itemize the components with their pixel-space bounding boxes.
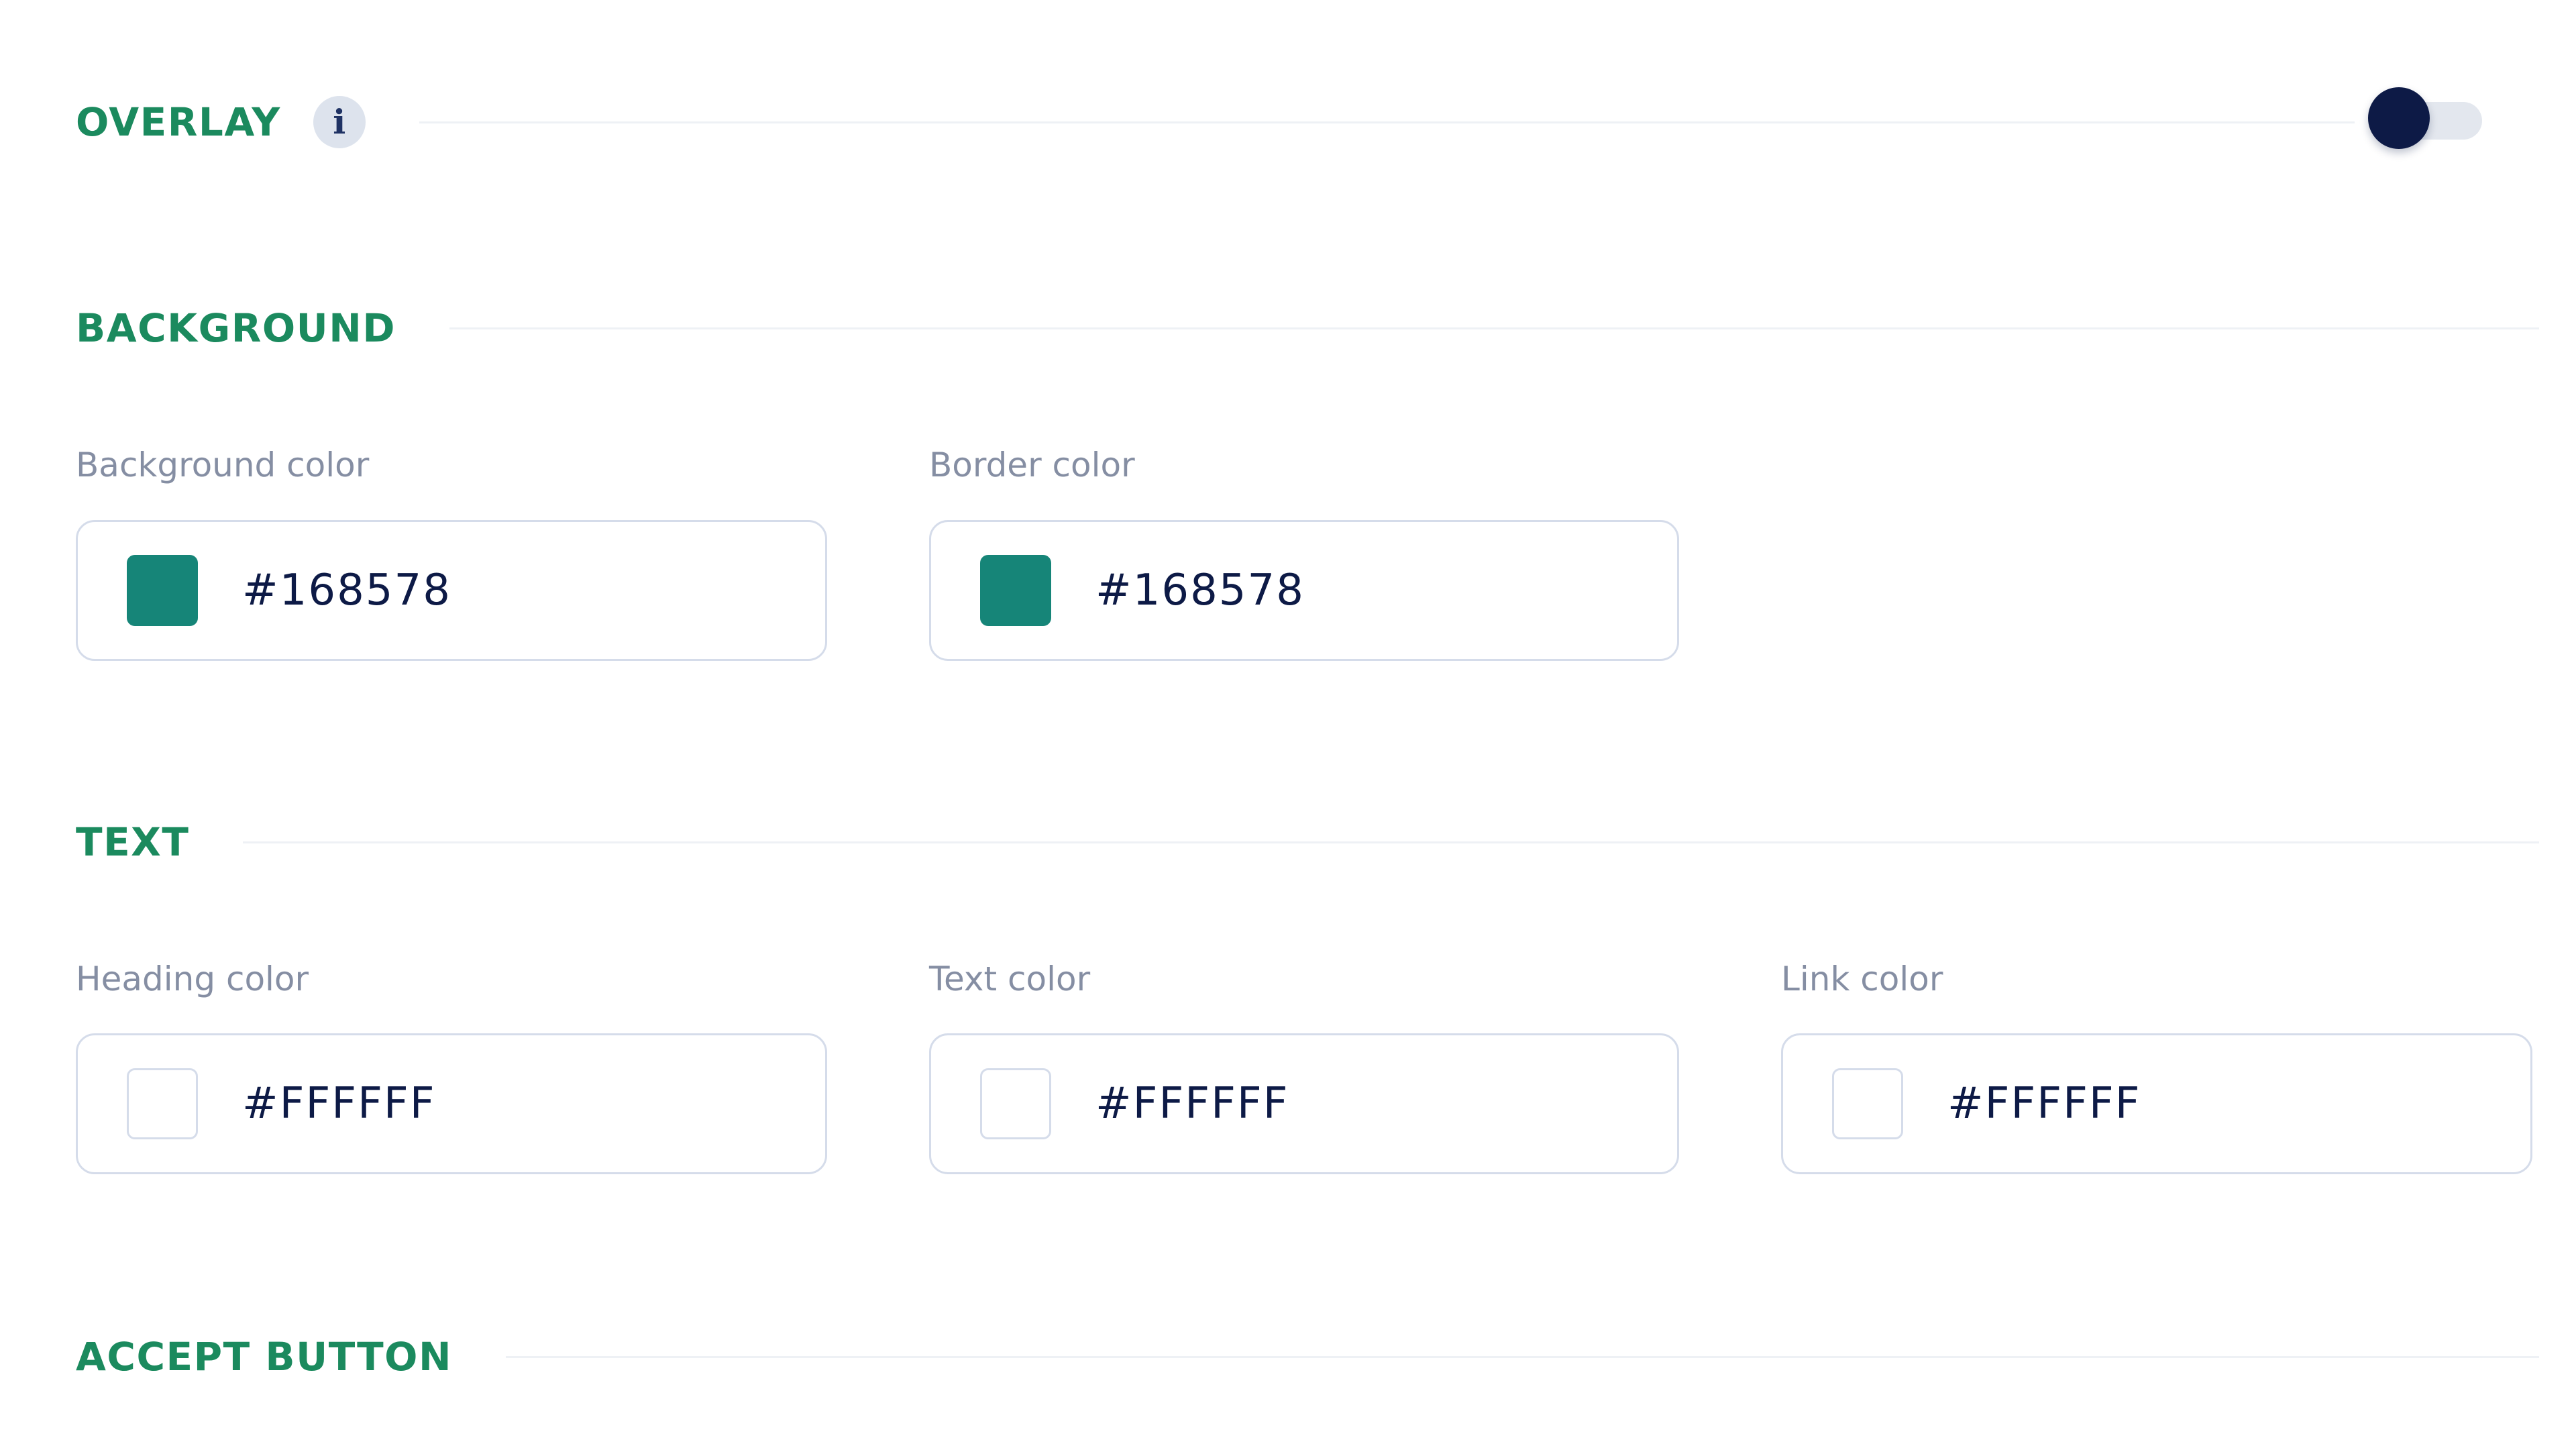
heading-color-value[interactable]: #FFFFFF (242, 1082, 436, 1125)
link-color-field[interactable]: #FFFFFF (1781, 1033, 2532, 1174)
border-color-value[interactable]: #168578 (1095, 569, 1305, 612)
background-color-value[interactable]: #168578 (242, 569, 451, 612)
border-color-label: Border color (929, 446, 1135, 484)
text-section-header: TEXT (76, 823, 2539, 862)
text-divider (243, 841, 2539, 843)
text-title: TEXT (76, 819, 190, 865)
overlay-title: OVERLAY (76, 99, 281, 145)
background-color-swatch[interactable] (127, 555, 198, 626)
background-title: BACKGROUND (76, 305, 396, 351)
accept-button-section-header: ACCEPT BUTTON (76, 1337, 2539, 1376)
border-color-swatch[interactable] (980, 555, 1051, 626)
background-color-label: Background color (76, 446, 370, 484)
link-color-swatch[interactable] (1832, 1068, 1903, 1139)
text-color-swatch[interactable] (980, 1068, 1051, 1139)
heading-color-field[interactable]: #FFFFFF (76, 1033, 827, 1174)
heading-color-label: Heading color (76, 960, 309, 998)
border-color-field[interactable]: #168578 (929, 520, 1679, 661)
background-section-header: BACKGROUND (76, 309, 2539, 348)
overlay-toggle-knob[interactable] (2368, 87, 2430, 149)
overlay-divider (419, 121, 2355, 123)
text-color-field[interactable]: #FFFFFF (929, 1033, 1679, 1174)
overlay-section-header: OVERLAY i (76, 96, 2355, 148)
overlay-toggle[interactable] (2368, 87, 2482, 149)
link-color-value[interactable]: #FFFFFF (1947, 1082, 2141, 1125)
info-icon[interactable]: i (313, 96, 366, 148)
text-color-label: Text color (929, 960, 1091, 998)
background-color-field[interactable]: #168578 (76, 520, 827, 661)
accept-button-title: ACCEPT BUTTON (76, 1334, 453, 1380)
accept-button-divider (506, 1355, 2539, 1358)
link-color-label: Link color (1781, 960, 1943, 998)
background-divider (449, 327, 2539, 329)
heading-color-swatch[interactable] (127, 1068, 198, 1139)
text-color-value[interactable]: #FFFFFF (1095, 1082, 1289, 1125)
